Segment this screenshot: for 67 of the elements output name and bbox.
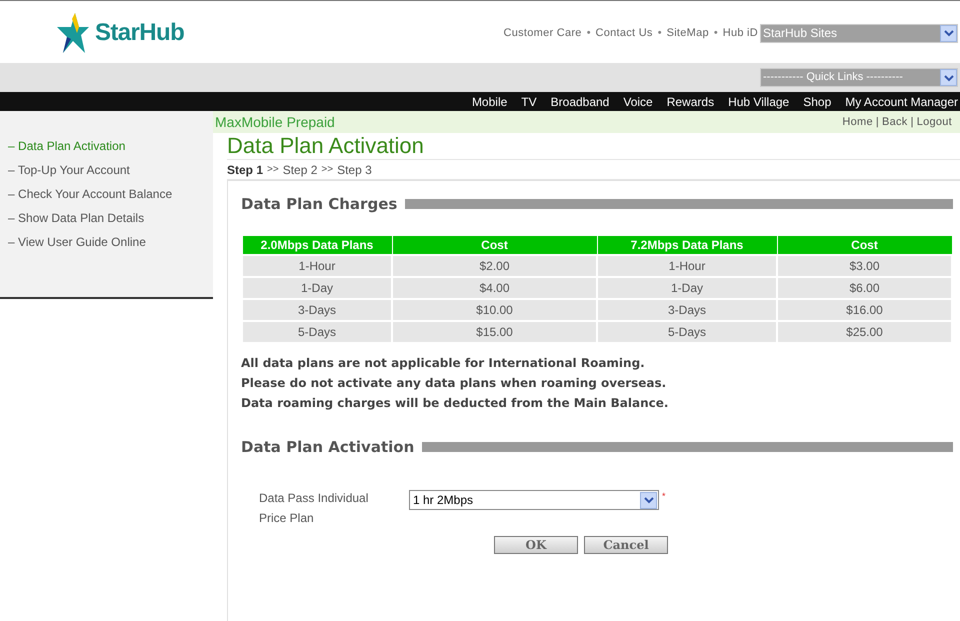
sidebar-link[interactable]: – Data Plan Activation	[8, 137, 213, 155]
dropdown-chevron-icon[interactable]	[640, 492, 657, 508]
table-cell: 3-Days	[242, 298, 392, 320]
price-plan-select[interactable]: 1 hr 2Mbps	[409, 490, 659, 510]
step-label: Step 3	[337, 162, 372, 178]
dropdown-chevron-icon[interactable]	[940, 24, 957, 42]
table-cell: $3.00	[777, 254, 952, 276]
separator-dot: •	[658, 26, 662, 41]
table-cell: 1-Day	[242, 276, 392, 298]
utility-link[interactable]: Home	[842, 114, 873, 130]
utility-link[interactable]: Logout	[916, 114, 952, 130]
roaming-note: Please do not activate any data plans when roaming overseas.	[241, 374, 668, 392]
table-cell: $16.00	[777, 298, 952, 320]
table-cell: 1-Hour	[242, 254, 392, 276]
table-cell: 5-Days	[242, 320, 392, 342]
nav-link[interactable]: Rewards	[666, 92, 714, 110]
table-cell: $4.00	[392, 276, 597, 298]
step-separator: >>	[267, 163, 279, 177]
top-link[interactable]: SiteMap	[666, 24, 709, 42]
top-link[interactable]: Customer Care	[504, 24, 582, 42]
table-cell: 5-Days	[597, 320, 777, 342]
nav-link[interactable]: Mobile	[472, 92, 508, 110]
nav-link[interactable]: Broadband	[550, 92, 610, 110]
sidebar-link[interactable]: – Top-Up Your Account	[8, 161, 213, 179]
table-cell: $15.00	[392, 320, 597, 342]
form-button[interactable]: OK	[494, 536, 578, 554]
table-cell: $6.00	[777, 276, 952, 298]
roaming-note: All data plans are not applicable for International Roaming.	[241, 354, 646, 372]
page-title: Data Plan Activation	[227, 133, 960, 160]
separator-dot: •	[586, 26, 591, 41]
table-cell: $10.00	[392, 298, 597, 320]
step-label: Step 2	[282, 162, 318, 178]
column-header: Cost	[777, 236, 952, 254]
logo-text[interactable]: StarHub	[95, 15, 184, 51]
table-cell: 1-Day	[597, 276, 777, 298]
field-label: Data Pass Individual Price Plan	[259, 490, 370, 527]
section-title: MaxMobile Prepaid	[215, 112, 335, 132]
top-link[interactable]: Contact Us	[596, 24, 653, 42]
column-header: 2.0Mbps Data Plans	[242, 236, 392, 254]
link-divider: |	[910, 114, 914, 130]
dropdown-chevron-icon[interactable]	[940, 69, 957, 86]
nav-link[interactable]: TV	[521, 92, 537, 110]
step-label: Step 1	[227, 162, 264, 178]
sidebar-link[interactable]: – Check Your Account Balance	[8, 185, 213, 203]
nav-link[interactable]: Shop	[803, 92, 832, 110]
sidebar-link[interactable]: – Show Data Plan Details	[8, 209, 213, 227]
utility-link[interactable]: Back	[882, 114, 908, 130]
column-header: Cost	[392, 236, 597, 254]
section-heading: Data Plan Charges	[241, 194, 398, 215]
table-cell: 1-Hour	[597, 254, 777, 276]
sidebar-link[interactable]: – View User Guide Online	[8, 233, 213, 251]
step-separator: >>	[321, 163, 334, 177]
nav-link[interactable]: Voice	[623, 92, 653, 110]
star-logo-icon	[55, 11, 91, 55]
form-button[interactable]: Cancel	[584, 536, 668, 554]
column-header: 7.2Mbps Data Plans	[597, 236, 777, 254]
link-divider: |	[876, 114, 879, 130]
required-mark: *	[662, 490, 666, 503]
table-cell: $2.00	[392, 254, 597, 276]
nav-link[interactable]: Hub Village	[728, 92, 790, 110]
separator-dot: •	[714, 26, 718, 41]
nav-link[interactable]: My Account Manager	[845, 92, 958, 110]
roaming-note: Data roaming charges will be deducted from the Main Balance.	[241, 394, 670, 412]
table-cell: $25.00	[777, 320, 952, 342]
section-heading: Data Plan Activation	[241, 436, 414, 458]
table-cell: 3-Days	[597, 298, 777, 320]
top-link[interactable]: Hub iD	[722, 24, 758, 42]
